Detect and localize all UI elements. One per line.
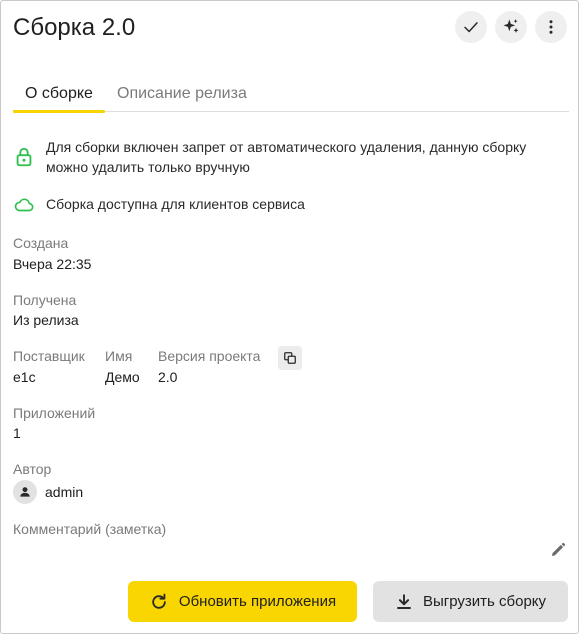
- build-details-panel: Сборка 2.0 О сборке Описание релиза Для …: [0, 0, 579, 634]
- download-icon: [396, 593, 411, 609]
- copy-button[interactable]: [278, 346, 302, 370]
- update-apps-label: Обновить приложения: [178, 593, 337, 610]
- sparkle-icon: [503, 19, 519, 33]
- deletion-lock-notice: Для сборки включен запрет от автоматичес…: [13, 137, 563, 177]
- created-label: Создана: [13, 235, 69, 251]
- update-apps-button[interactable]: Обновить приложения: [128, 581, 357, 622]
- copy-icon: [284, 352, 296, 364]
- name-label: Имя: [105, 348, 133, 364]
- author-label: Автор: [13, 461, 52, 477]
- cloud-icon: [14, 198, 34, 212]
- author-value[interactable]: admin: [45, 484, 83, 500]
- received-value: Из релиза: [13, 312, 79, 328]
- export-build-button[interactable]: Выгрузить сборку: [373, 581, 568, 622]
- edit-comment-button[interactable]: [547, 539, 569, 561]
- pencil-icon: [552, 542, 566, 556]
- vendor-value: e1c: [13, 369, 36, 385]
- tab-about[interactable]: О сборке: [13, 81, 105, 113]
- ai-assist-button[interactable]: [495, 11, 527, 43]
- refresh-icon: [152, 593, 166, 609]
- name-value: Демо: [105, 369, 140, 385]
- vendor-label: Поставщик: [13, 348, 85, 364]
- page-title: Сборка 2.0: [13, 14, 136, 41]
- created-value: Вчера 22:35: [13, 256, 92, 272]
- lock-notice-text: Для сборки включен запрет от автоматичес…: [46, 139, 527, 175]
- more-vert-icon: [549, 20, 553, 34]
- more-menu-button[interactable]: [535, 11, 567, 43]
- version-label: Версия проекта: [158, 348, 261, 364]
- person-icon: [20, 487, 30, 497]
- tab-bar: О сборке Описание релиза: [13, 81, 569, 113]
- comment-label: Комментарий (заметка): [13, 521, 167, 537]
- service-availability-notice: Сборка доступна для клиентов сервиса: [13, 194, 305, 216]
- apps-value: 1: [13, 425, 21, 441]
- check-icon: [464, 22, 478, 33]
- approve-button[interactable]: [455, 11, 487, 43]
- tab-release-notes[interactable]: Описание релиза: [105, 81, 259, 112]
- export-build-label: Выгрузить сборку: [422, 593, 547, 610]
- version-value: 2.0: [158, 369, 178, 385]
- avatar: [13, 480, 37, 504]
- apps-label: Приложений: [13, 405, 96, 421]
- cloud-notice-text: Сборка доступна для клиентов сервиса: [46, 196, 305, 212]
- received-label: Получена: [13, 292, 77, 308]
- lock-icon: [16, 147, 32, 167]
